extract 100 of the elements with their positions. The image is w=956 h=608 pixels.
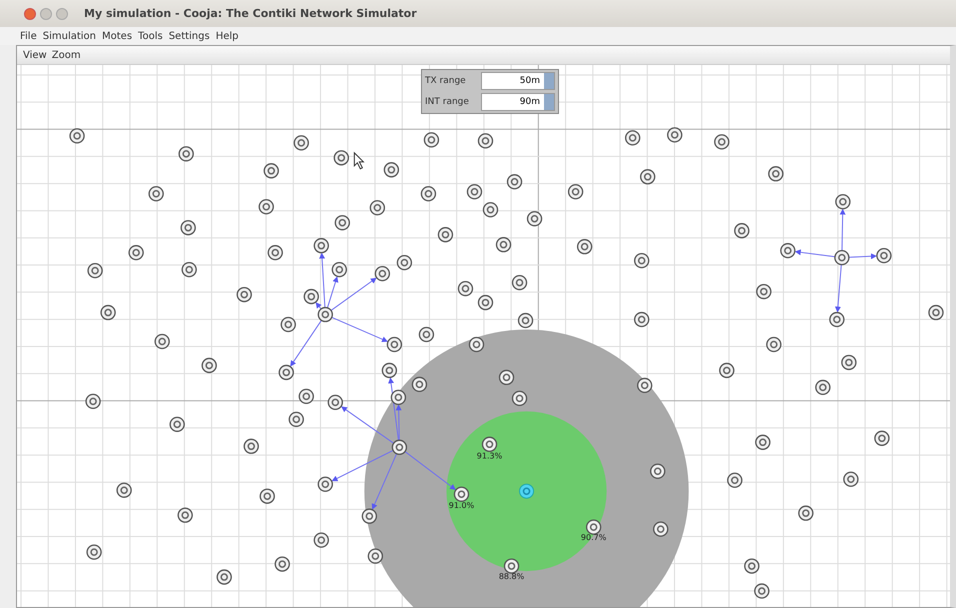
mote-icon[interactable]: [418, 326, 434, 342]
mote-icon[interactable]: [625, 130, 640, 146]
mote-icon[interactable]: [496, 237, 512, 252]
mote-icon[interactable]: [512, 390, 528, 406]
close-icon[interactable]: [24, 8, 36, 20]
mote-icon[interactable]: [318, 306, 333, 322]
mote-icon[interactable]: [526, 211, 542, 226]
mote-icon[interactable]: [304, 288, 319, 304]
menu-item[interactable]: Help: [216, 30, 239, 42]
mote-icon[interactable]: [518, 312, 534, 328]
mote-icon[interactable]: [100, 304, 116, 320]
mote-icon[interactable]: [86, 544, 102, 560]
mote-icon[interactable]: [374, 266, 390, 282]
mote-icon[interactable]: [362, 508, 378, 524]
mote-icon[interactable]: [69, 128, 85, 144]
menu-item[interactable]: File: [20, 30, 37, 42]
menu-item[interactable]: View: [23, 50, 47, 60]
mote-icon[interactable]: [318, 476, 333, 492]
mote-icon[interactable]: [829, 312, 845, 328]
mote-icon[interactable]: [384, 162, 400, 178]
mote-icon[interactable]: [928, 304, 944, 320]
mote-icon[interactable]: [727, 472, 742, 488]
mote-icon[interactable]: [498, 370, 514, 386]
mote-icon[interactable]: [478, 294, 494, 310]
menu-item[interactable]: Settings: [168, 30, 210, 42]
mote-icon[interactable]: [468, 336, 484, 352]
mote-icon[interactable]: [382, 362, 398, 378]
mote-icon[interactable]: [390, 390, 406, 406]
range-spinner[interactable]: 90m: [481, 93, 555, 111]
mote-icon[interactable]: [314, 238, 329, 254]
mote-icon[interactable]: [466, 184, 482, 200]
mote-icon[interactable]: [392, 440, 408, 455]
mote-icon[interactable]: [258, 199, 274, 214]
mote-icon[interactable]: [154, 334, 170, 350]
mote-icon[interactable]: [280, 316, 296, 332]
mote-icon[interactable]: [278, 364, 294, 380]
mote-icon[interactable]: [424, 132, 440, 148]
mote-icon[interactable]: [482, 436, 498, 452]
mote-icon[interactable]: [815, 380, 831, 396]
mote-icon[interactable]: [719, 362, 734, 378]
mote-icon[interactable]: [744, 558, 760, 574]
mote-icon[interactable]: [768, 166, 784, 182]
mote-icon[interactable]: [512, 274, 528, 290]
mote-icon[interactable]: [85, 394, 101, 410]
mote-icon[interactable]: [482, 202, 498, 218]
mote-icon[interactable]: [874, 430, 890, 446]
mote-icon[interactable]: [386, 336, 402, 352]
mote-icon[interactable]: [438, 227, 454, 242]
mote-icon[interactable]: [236, 286, 252, 302]
menu-item[interactable]: Tools: [138, 30, 163, 42]
mote-icon[interactable]: [116, 482, 132, 498]
mote-icon[interactable]: [178, 508, 193, 523]
mote-icon[interactable]: [841, 354, 857, 370]
mote-icon[interactable]: [260, 488, 275, 504]
mote-icon[interactable]: [170, 416, 185, 432]
mote-icon[interactable]: [506, 174, 522, 190]
mote-icon[interactable]: [568, 184, 584, 200]
mote-icon[interactable]: [268, 245, 283, 260]
mote-icon[interactable]: [128, 245, 144, 260]
mote-icon[interactable]: [216, 569, 232, 585]
mote-icon[interactable]: [202, 358, 217, 374]
mote-icon[interactable]: [667, 127, 682, 143]
mote-icon[interactable]: [182, 262, 197, 278]
mote-icon[interactable]: [288, 412, 304, 427]
mote-icon[interactable]: [834, 250, 850, 266]
menu-item[interactable]: Zoom: [52, 50, 81, 60]
mote-icon[interactable]: [835, 194, 851, 210]
mote-icon[interactable]: [368, 548, 384, 564]
mote-icon[interactable]: [876, 248, 892, 264]
mote-icon[interactable]: [798, 506, 814, 521]
mote-icon[interactable]: [478, 133, 494, 148]
mote-icon[interactable]: [756, 284, 772, 300]
mote-icon[interactable]: [264, 163, 279, 178]
mote-icon[interactable]: [334, 150, 349, 166]
mote-icon[interactable]: [714, 134, 730, 150]
mote-icon[interactable]: [332, 262, 347, 278]
mote-icon[interactable]: [576, 239, 592, 254]
menu-item[interactable]: Simulation: [42, 30, 96, 42]
mote-icon[interactable]: [780, 243, 796, 258]
mote-icon[interactable]: [843, 472, 859, 487]
mote-icon[interactable]: [274, 556, 290, 572]
mote-icon[interactable]: [298, 388, 314, 404]
mote-icon[interactable]: [640, 169, 656, 184]
mote-icon[interactable]: [634, 253, 650, 268]
mote-icon[interactable]: [314, 532, 329, 548]
mote-icon[interactable]: [370, 200, 386, 216]
range-spinner[interactable]: 50m: [481, 72, 555, 90]
mote-icon[interactable]: [504, 558, 520, 574]
mote-icon[interactable]: [412, 376, 428, 392]
mote-icon[interactable]: [634, 312, 650, 328]
mote-icon[interactable]: [396, 255, 412, 270]
menu-item[interactable]: Motes: [102, 30, 132, 42]
mote-icon[interactable]: [328, 394, 343, 410]
mote-icon[interactable]: [586, 520, 602, 535]
mote-icon[interactable]: [334, 215, 350, 230]
mote-icon[interactable]: [458, 280, 474, 296]
mote-icon[interactable]: [178, 146, 194, 162]
mote-icon[interactable]: [294, 135, 309, 150]
mote-icon[interactable]: [244, 438, 259, 454]
mote-icon[interactable]: [420, 186, 436, 202]
